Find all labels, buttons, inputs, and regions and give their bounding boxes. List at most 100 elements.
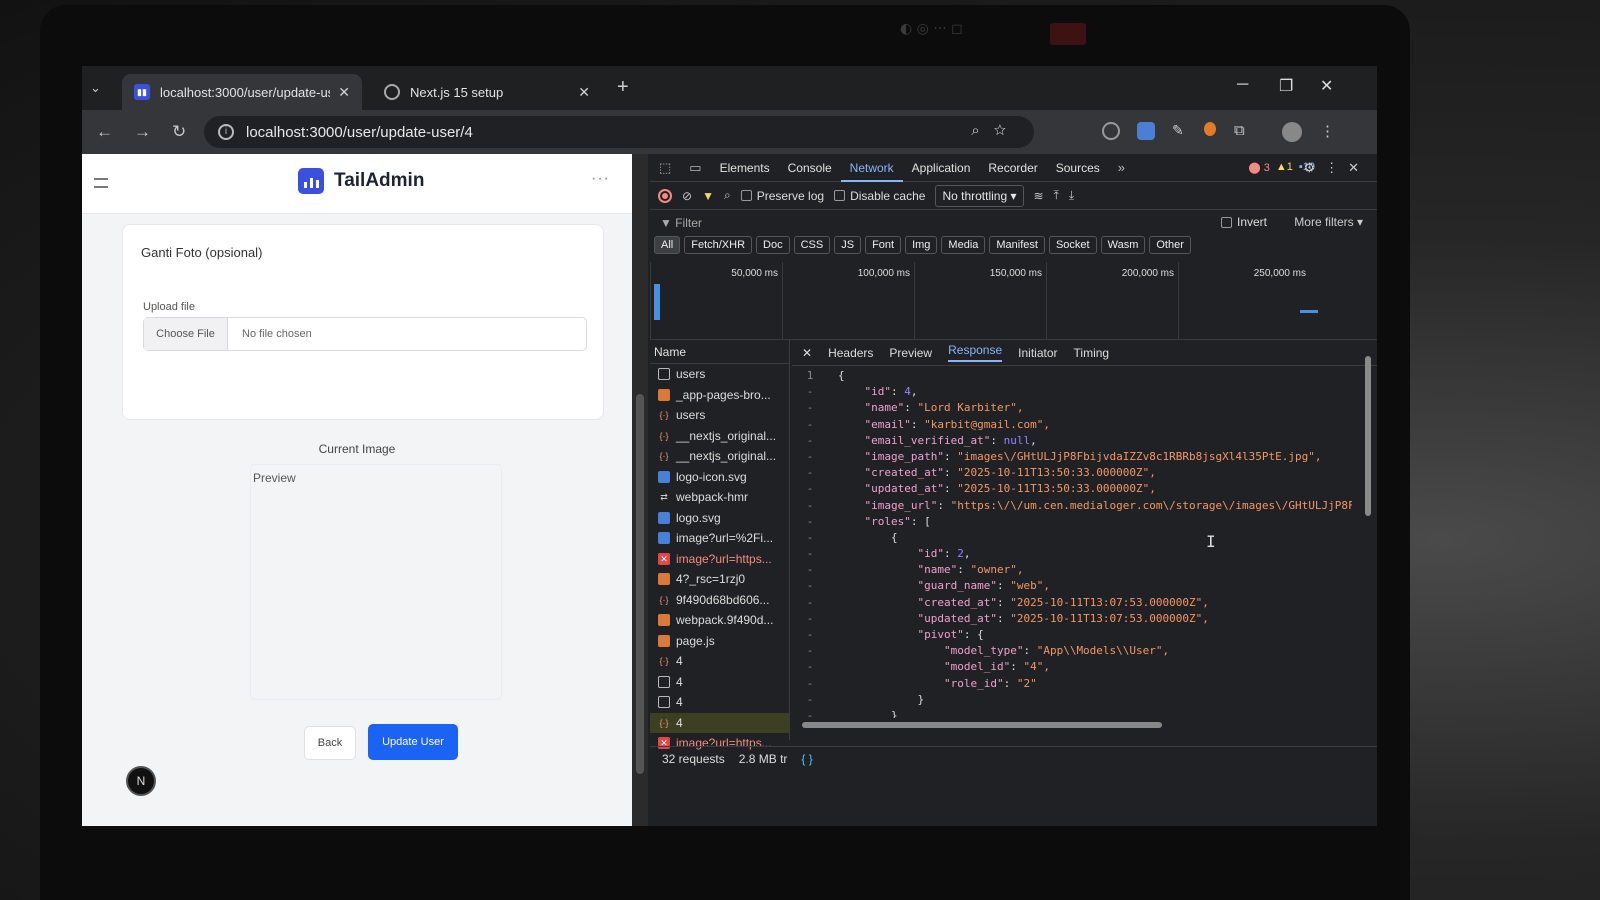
inspect-element-icon[interactable]: ⬚ (650, 160, 680, 176)
request-row[interactable]: ⇄ webpack-hmr (650, 487, 789, 508)
pretty-print-icon[interactable]: { } (801, 752, 812, 766)
request-row[interactable]: users (650, 364, 789, 385)
horizontal-scrollbar[interactable] (802, 722, 1162, 728)
request-row[interactable]: {·} 4 (650, 651, 789, 672)
socket-type-icon: ⇄ (660, 492, 668, 503)
zoom-icon[interactable]: ⌕ (971, 122, 993, 139)
new-tab-icon[interactable]: + (617, 76, 629, 99)
tab-recorder[interactable]: Recorder (979, 154, 1046, 182)
file-input[interactable]: Choose File No file chosen (143, 317, 587, 351)
wifi-icon[interactable]: ≋ (1034, 189, 1044, 203)
forward-arrow-icon[interactable]: → (134, 122, 151, 142)
filter-funnel-icon[interactable]: ▼ (702, 189, 714, 203)
more-filters-dropdown[interactable]: More filters ▾ (1294, 215, 1363, 229)
tab-nextjs-setup[interactable]: Next.js 15 setup ✕ (372, 74, 602, 110)
type-fetch-xhr[interactable]: Fetch/XHR (684, 236, 753, 254)
close-detail-icon[interactable]: ✕ (802, 346, 812, 360)
tab-headers[interactable]: Headers (828, 346, 873, 360)
bookmark-star-icon[interactable]: ☆ (994, 122, 1020, 139)
brand-logo[interactable]: TailAdmin (298, 168, 424, 194)
request-row[interactable]: 4 (650, 692, 789, 713)
request-row[interactable]: logo-icon.svg (650, 467, 789, 488)
close-window-icon[interactable]: ✕ (1320, 76, 1333, 96)
profile-avatar[interactable] (1282, 122, 1302, 142)
response-body[interactable]: 1 - - - - - - - - - - - - - - - - - - - - - { "id": 4, "name"… (792, 368, 1352, 718)
request-row[interactable]: ✕ image?url=https... (650, 549, 789, 570)
close-tab-icon[interactable]: ✕ (338, 84, 350, 101)
back-button[interactable]: Back (304, 726, 356, 760)
clear-icon[interactable]: ⊘ (682, 189, 692, 203)
page-scrollbar[interactable] (632, 154, 648, 826)
request-row[interactable]: {·} __nextjs_original... (650, 446, 789, 467)
type-manifest[interactable]: Manifest (989, 236, 1045, 254)
tab-sources[interactable]: Sources (1047, 154, 1109, 182)
request-row[interactable]: {·} __nextjs_original... (650, 426, 789, 447)
type-all[interactable]: All (654, 236, 681, 254)
type-socket[interactable]: Socket (1048, 236, 1097, 254)
minimize-icon[interactable]: ─ (1237, 76, 1248, 94)
disable-cache-checkbox[interactable]: Disable cache (834, 189, 925, 203)
upload-icon[interactable]: ⤒ (1054, 188, 1059, 203)
type-media[interactable]: Media (941, 236, 986, 254)
kebab-icon[interactable]: ⋮ (1325, 160, 1348, 175)
tab-initiator[interactable]: Initiator (1018, 346, 1057, 360)
tab-preview[interactable]: Preview (889, 346, 932, 360)
nextjs-dev-badge[interactable]: N (126, 766, 156, 796)
sidebar-toggle-icon[interactable] (94, 178, 108, 188)
reload-icon[interactable]: ↻ (172, 122, 186, 142)
network-overview[interactable]: 50,000 ms 100,000 ms 150,000 ms 200,000 … (650, 262, 1377, 340)
site-info-icon[interactable]: i (218, 124, 234, 140)
choose-file-button[interactable]: Choose File (144, 318, 228, 350)
throttling-select[interactable]: No throttling ▾ (935, 184, 1024, 207)
tab-elements[interactable]: Elements (711, 154, 779, 182)
type-font[interactable]: Font (865, 236, 902, 254)
request-row[interactable]: {·} 4 (650, 712, 789, 733)
record-icon[interactable] (658, 188, 672, 203)
vertical-scrollbar[interactable] (1365, 356, 1371, 516)
tab-network[interactable]: Network (840, 154, 903, 182)
request-row[interactable]: _app-pages-bro... (650, 385, 789, 406)
more-tabs-icon[interactable]: » (1109, 160, 1134, 175)
request-row[interactable]: image?url=%2Fi... (650, 528, 789, 549)
type-doc[interactable]: Doc (756, 236, 790, 254)
back-arrow-icon[interactable]: ← (96, 122, 113, 142)
request-row[interactable]: logo.svg (650, 508, 789, 529)
request-row[interactable]: page.js (650, 631, 789, 652)
filter-input[interactable]: ▼ Filter (660, 216, 702, 230)
extension-icon[interactable] (1102, 122, 1120, 140)
device-toolbar-icon[interactable]: ▭ (680, 160, 710, 176)
tab-console[interactable]: Console (779, 154, 841, 182)
tab-application[interactable]: Application (903, 154, 980, 182)
type-other[interactable]: Other (1149, 236, 1191, 254)
download-icon[interactable]: ⤓ (1069, 188, 1074, 203)
more-options-icon[interactable]: ··· (591, 170, 610, 188)
type-js[interactable]: JS (834, 236, 862, 254)
close-devtools-icon[interactable]: ✕ (1348, 160, 1369, 175)
request-row[interactable]: {·} users (650, 405, 789, 426)
request-row[interactable]: webpack.9f490d... (650, 610, 789, 631)
settings-gear-icon[interactable]: ⚙ (1303, 160, 1325, 175)
close-tab-icon[interactable]: ✕ (578, 84, 590, 101)
extension-icon[interactable] (1204, 122, 1216, 136)
tab-search-icon[interactable]: ⌄ (90, 80, 101, 96)
preserve-log-checkbox[interactable]: Preserve log (740, 189, 824, 203)
menu-kebab-icon[interactable]: ⋮ (1320, 122, 1338, 140)
tab-response[interactable]: Response (948, 343, 1003, 362)
address-bar[interactable]: i localhost:3000/user/update-user/4 ⌕☆ (204, 116, 1034, 148)
request-row[interactable]: 4 (650, 672, 789, 693)
extension-icon[interactable] (1137, 122, 1155, 140)
update-user-button[interactable]: Update User (368, 724, 458, 760)
restore-icon[interactable]: ❐ (1279, 76, 1293, 96)
search-icon[interactable]: ⌕ (724, 188, 731, 203)
type-wasm[interactable]: Wasm (1100, 236, 1146, 254)
request-row[interactable]: {·} 9f490d68bd606... (650, 590, 789, 611)
puzzle-icon[interactable]: ⧉ (1234, 122, 1252, 140)
invert-checkbox[interactable]: Invert (1220, 215, 1267, 229)
pen-icon[interactable]: ✎ (1172, 122, 1190, 140)
type-css[interactable]: CSS (793, 236, 831, 254)
request-row[interactable]: 4?_rsc=1rzj0 (650, 569, 789, 590)
type-img[interactable]: Img (905, 236, 938, 254)
tab-timing[interactable]: Timing (1074, 346, 1110, 360)
name-column-header[interactable]: Name (650, 340, 789, 364)
tab-update-user[interactable]: ▮▮ localhost:3000/user/update-us ✕ (122, 74, 362, 110)
